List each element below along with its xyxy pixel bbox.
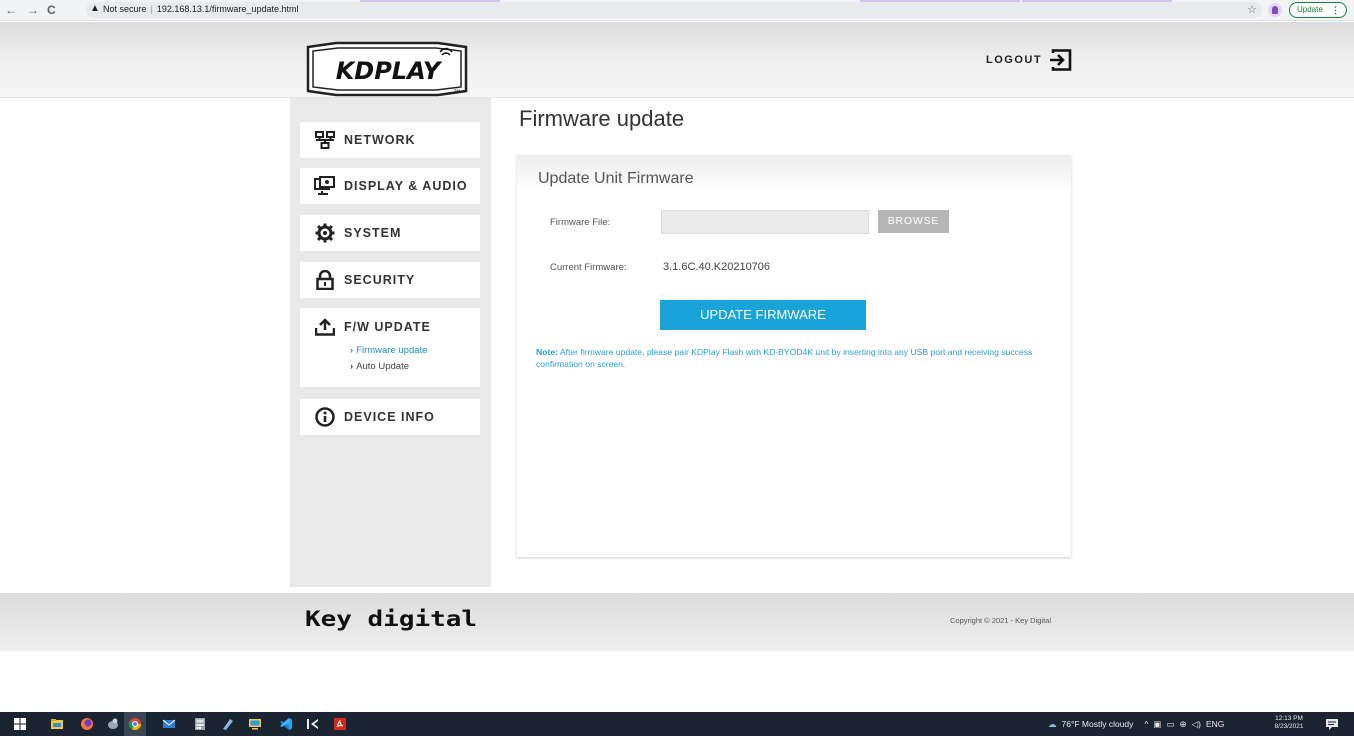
logout-icon <box>1050 49 1072 71</box>
cloud-icon: ☁ <box>1048 718 1057 729</box>
sidebar-item-security[interactable]: SECURITY <box>300 262 480 298</box>
note-prefix: Note: <box>536 347 558 357</box>
acrobat-icon[interactable] <box>333 717 347 731</box>
sidebar-item-label: DEVICE INFO <box>344 410 435 424</box>
subnav-firmware-update[interactable]: › Firmware update <box>350 345 427 356</box>
sidebar-item-label: DISPLAY & AUDIO <box>344 179 468 193</box>
sidebar-item-label: SECURITY <box>344 273 416 287</box>
reload-icon[interactable]: C <box>47 3 56 17</box>
firmware-file-input[interactable] <box>661 210 869 234</box>
logo-text: KDPLAY <box>336 57 443 85</box>
clock-time: 12:13 PM <box>1275 715 1303 722</box>
page-footer: Key digital Copyright © 2021 - Key Digit… <box>0 593 1354 651</box>
sidebar: NETWORK DISPLAY & AUDIO SYSTEM SECURITY … <box>290 98 491 587</box>
upload-icon <box>314 316 336 338</box>
sidebar-group-fw-update: F/W UPDATE › Firmware update › Auto Update <box>300 308 480 387</box>
sidebar-item-label: F/W UPDATE <box>344 320 431 334</box>
browser-update-label: Update <box>1297 5 1323 14</box>
sidebar-item-display-audio[interactable]: DISPLAY & AUDIO <box>300 168 480 204</box>
key-digital-app-icon[interactable] <box>306 717 320 731</box>
network-icon <box>314 129 336 151</box>
logout-label: LOGOUT <box>986 54 1043 66</box>
system-tray: ☁ 76°F Mostly cloudy ^ ▣ ▭ ⊕ ◁) ENG <box>1048 716 1224 732</box>
taskbar-clock[interactable]: 12:13 PM 8/23/2021 <box>1271 715 1307 731</box>
sidebar-item-system[interactable]: SYSTEM <box>300 215 480 251</box>
current-firmware-value: 3.1.6C.40.K20210706 <box>663 261 771 273</box>
display-audio-icon <box>314 175 336 197</box>
menu-dots-icon: ⋮ <box>1331 5 1340 15</box>
forward-icon[interactable]: → <box>27 3 39 17</box>
page-header: KDPLAY TM LOGOUT <box>0 22 1354 98</box>
current-firmware-label: Current Firmware: <box>550 262 627 273</box>
firmware-note: Note: After firmware update, please pair… <box>536 346 1051 370</box>
address-bar[interactable]: ▲ Not secure | 192.168.13.1/firmware_updat… <box>86 2 1262 18</box>
key-digital-logo: Key digital <box>305 607 477 631</box>
note-text: After firmware update, please pair KDPla… <box>536 347 1033 369</box>
sidebar-item-label: NETWORK <box>344 133 416 147</box>
mail-app-icon[interactable] <box>162 717 176 731</box>
sidebar-item-network[interactable]: NETWORK <box>300 122 480 158</box>
chevron-right-icon: › <box>350 345 354 356</box>
weather-text[interactable]: 76°F Mostly cloudy <box>1062 719 1134 729</box>
browser-update-button[interactable]: Update ⋮ <box>1289 2 1347 18</box>
sidebar-item-label: SYSTEM <box>344 226 402 240</box>
clock-date: 8/23/2021 <box>1274 723 1304 730</box>
chrome-icon[interactable] <box>128 717 142 731</box>
screen-icon[interactable]: ▣ <box>1153 719 1161 730</box>
calculator-icon[interactable] <box>193 717 207 731</box>
firmware-file-label: Firmware File: <box>550 217 611 228</box>
battery-icon[interactable]: ▭ <box>1166 719 1174 730</box>
vscode-icon[interactable] <box>279 717 293 731</box>
page-title: Firmware update <box>519 106 685 131</box>
star-icon[interactable]: ☆ <box>1247 3 1257 16</box>
sidebar-item-fw-update[interactable]: F/W UPDATE <box>300 310 480 344</box>
file-explorer-icon[interactable] <box>50 717 64 731</box>
notification-icon[interactable] <box>1325 717 1339 731</box>
windows-taskbar: ☁ 76°F Mostly cloudy ^ ▣ ▭ ⊕ ◁) ENG 12:1… <box>0 712 1354 736</box>
firefox-icon[interactable] <box>80 717 94 731</box>
chevron-up-icon[interactable]: ^ <box>1144 719 1148 729</box>
firmware-panel: Update Unit Firmware Firmware File: BROW… <box>517 155 1071 557</box>
browse-button[interactable]: BROWSE <box>878 210 949 233</box>
brand-text: Key digital <box>305 607 477 631</box>
windows-start-icon[interactable] <box>13 717 27 731</box>
lock-icon <box>314 269 336 291</box>
language-indicator[interactable]: ENG <box>1206 719 1224 729</box>
monitor-app-icon[interactable] <box>248 717 262 731</box>
profile-avatar-icon[interactable] <box>1268 3 1282 17</box>
address-text: Not secure | 192.168.13.1/firmware_update.… <box>103 4 299 14</box>
sticky-notes-icon[interactable] <box>221 717 235 731</box>
browser-toolbar: ← → C ▲ Not secure | 192.168.13.1/firmware… <box>0 0 1354 21</box>
gear-icon <box>314 222 336 244</box>
app-icon[interactable] <box>106 717 120 731</box>
sidebar-item-device-info[interactable]: DEVICE INFO <box>300 399 480 435</box>
volume-icon[interactable]: ◁) <box>1192 719 1201 730</box>
copyright-text: Copyright © 2021 - Key Digital <box>950 616 1051 625</box>
subnav-label: Auto Update <box>356 361 409 372</box>
logo-tm: TM <box>453 89 460 94</box>
url-text: 192.168.13.1/firmware_update.html <box>156 4 299 14</box>
panel-title: Update Unit Firmware <box>538 170 694 187</box>
warning-icon: ▲ <box>90 3 100 14</box>
kdplay-logo: KDPLAY TM <box>306 41 468 97</box>
info-icon <box>314 406 336 428</box>
subnav-label: Firmware update <box>356 345 428 356</box>
logout-button[interactable]: LOGOUT <box>986 49 1073 71</box>
subnav-auto-update[interactable]: › Auto Update <box>350 361 409 372</box>
back-icon[interactable]: ← <box>5 3 17 17</box>
network-tray-icon[interactable]: ⊕ <box>1179 719 1186 730</box>
update-firmware-button[interactable]: UPDATE FIRMWARE <box>660 300 866 330</box>
security-label: Not secure <box>103 4 147 14</box>
chevron-right-icon: › <box>350 361 354 372</box>
